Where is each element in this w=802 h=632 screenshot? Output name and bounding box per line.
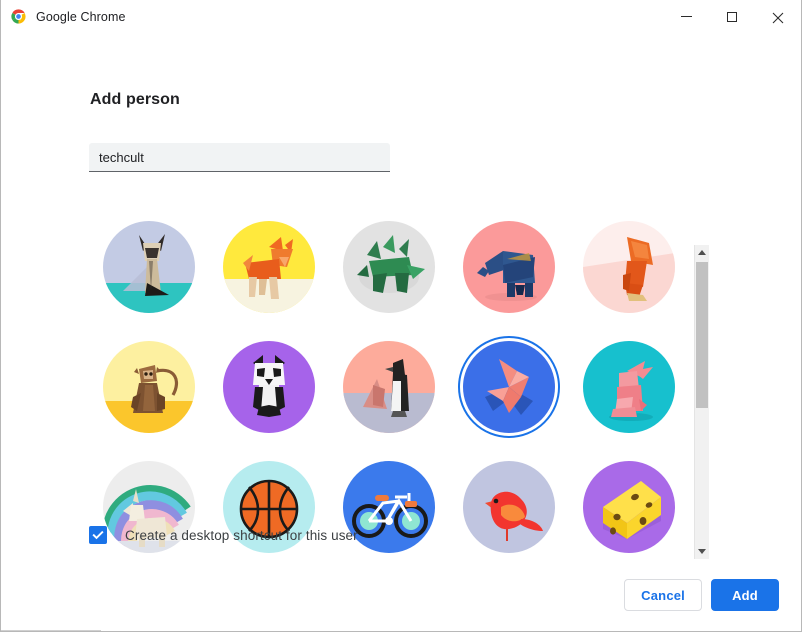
checkmark-icon bbox=[92, 530, 104, 540]
avatar-image bbox=[463, 221, 555, 313]
origami-monkey-avatar[interactable] bbox=[89, 327, 209, 447]
avatar-image bbox=[583, 341, 675, 433]
avatar-selection-ring bbox=[581, 219, 677, 315]
avatar-image bbox=[463, 461, 555, 553]
scroll-up-button[interactable] bbox=[695, 245, 709, 260]
origami-penguin-avatar[interactable] bbox=[329, 327, 449, 447]
avatar-selection-ring bbox=[581, 339, 677, 435]
avatar-selection-ring bbox=[221, 219, 317, 315]
chrome-add-person-window: Google Chrome Add person techcult Create… bbox=[0, 0, 802, 632]
avatar-selection-ring bbox=[458, 336, 560, 438]
origami-butterfly-avatar[interactable] bbox=[449, 327, 569, 447]
caret-up-icon bbox=[698, 250, 706, 255]
avatar-image bbox=[583, 221, 675, 313]
add-button[interactable]: Add bbox=[711, 579, 779, 611]
avatar-image bbox=[223, 221, 315, 313]
window-controls bbox=[663, 0, 801, 33]
avatar-selection-ring bbox=[581, 459, 677, 555]
cheese-avatar[interactable] bbox=[569, 447, 685, 562]
avatar-image bbox=[583, 461, 675, 553]
origami-panda-avatar[interactable] bbox=[209, 327, 329, 447]
desktop-shortcut-row[interactable]: Create a desktop shortcut for this user bbox=[89, 526, 358, 544]
avatar-selection-ring bbox=[461, 219, 557, 315]
scroll-down-button[interactable] bbox=[695, 544, 709, 559]
desktop-shortcut-label: Create a desktop shortcut for this user bbox=[125, 527, 358, 543]
avatar-selection-ring bbox=[221, 339, 317, 435]
avatar-image bbox=[463, 341, 555, 433]
bottom-divider bbox=[1, 630, 101, 631]
maximize-icon bbox=[727, 11, 737, 22]
cancel-button[interactable]: Cancel bbox=[624, 579, 702, 611]
desktop-shortcut-checkbox[interactable] bbox=[89, 526, 107, 544]
dialog-actions: Cancel Add bbox=[624, 579, 779, 611]
avatar-image bbox=[103, 341, 195, 433]
origami-cat-avatar[interactable] bbox=[89, 207, 209, 327]
origami-squirrel-avatar[interactable] bbox=[569, 207, 685, 327]
avatar-grid bbox=[89, 207, 685, 562]
maximize-button[interactable] bbox=[709, 0, 755, 33]
minimize-button[interactable] bbox=[663, 0, 709, 33]
avatar-selection-ring bbox=[341, 339, 437, 435]
avatar-selection-ring bbox=[101, 219, 197, 315]
bicycle-avatar[interactable] bbox=[329, 447, 449, 562]
origami-dragon-avatar[interactable] bbox=[329, 207, 449, 327]
avatar-selection-ring bbox=[101, 339, 197, 435]
origami-elephant-avatar[interactable] bbox=[449, 207, 569, 327]
origami-rabbit-avatar[interactable] bbox=[569, 327, 685, 447]
person-name-input[interactable] bbox=[89, 143, 390, 172]
minimize-icon bbox=[680, 16, 692, 17]
avatar-selection-ring bbox=[341, 219, 437, 315]
title-bar: Google Chrome bbox=[1, 0, 801, 33]
avatar-selection-ring bbox=[461, 459, 557, 555]
page-title: Add person bbox=[90, 91, 180, 108]
title-bar-left: Google Chrome bbox=[1, 8, 663, 25]
name-field-wrapper bbox=[89, 143, 390, 172]
avatar-image bbox=[223, 341, 315, 433]
close-button[interactable] bbox=[755, 0, 801, 33]
scrollbar-thumb[interactable] bbox=[696, 262, 708, 408]
origami-fox-avatar[interactable] bbox=[209, 207, 329, 327]
basketball-avatar[interactable] bbox=[209, 447, 329, 562]
dialog-body: Add person techcult Create a desktop sho… bbox=[1, 33, 801, 631]
origami-unicorn-avatar[interactable] bbox=[89, 447, 209, 562]
avatar-picker bbox=[89, 207, 709, 562]
chrome-logo-icon bbox=[10, 8, 27, 25]
close-icon bbox=[772, 11, 784, 23]
avatar-scrollbar[interactable] bbox=[694, 245, 709, 559]
app-title: Google Chrome bbox=[36, 9, 126, 24]
bird-avatar[interactable] bbox=[449, 447, 569, 562]
caret-down-icon bbox=[698, 549, 706, 554]
avatar-image bbox=[343, 341, 435, 433]
avatar-image bbox=[343, 221, 435, 313]
avatar-image bbox=[103, 221, 195, 313]
